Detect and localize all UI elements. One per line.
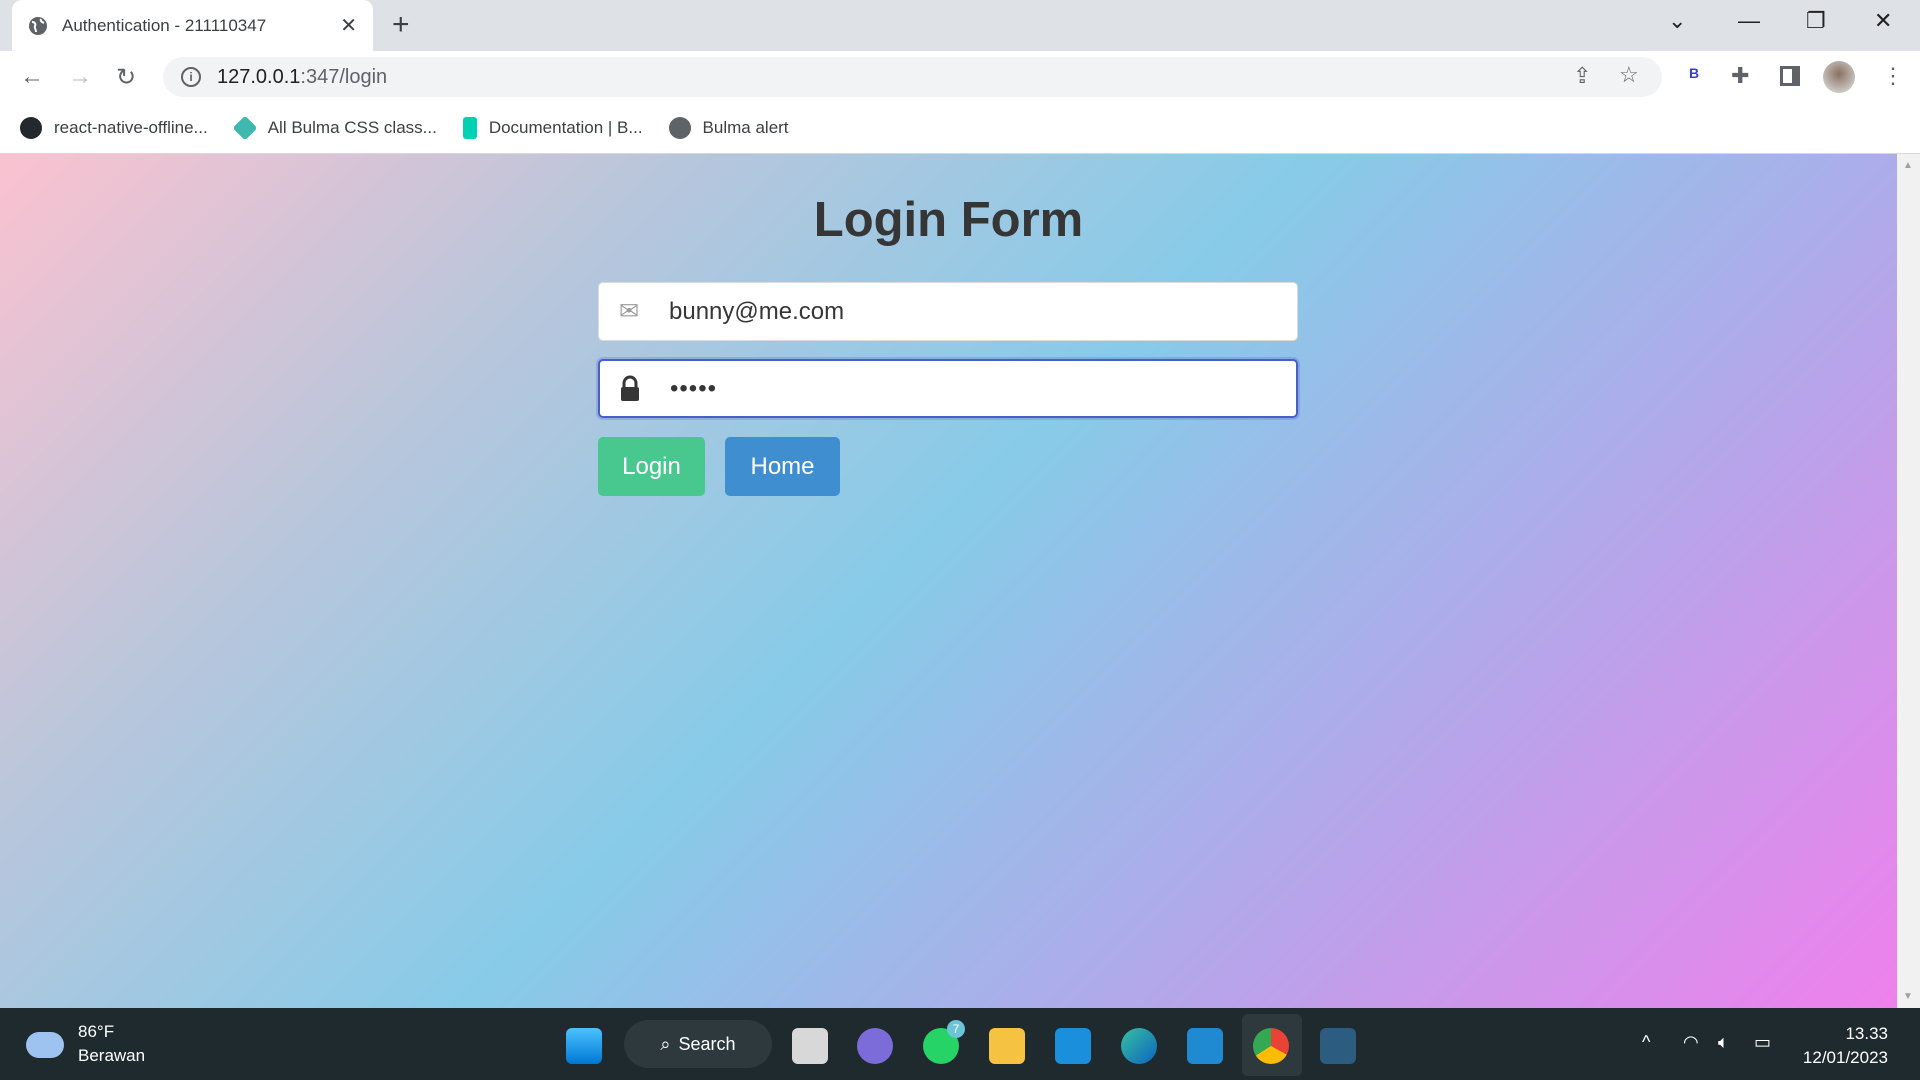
lock-icon	[621, 375, 639, 401]
extension-b-icon[interactable]: B	[1689, 65, 1699, 81]
login-button[interactable]: Login	[598, 437, 705, 496]
share-icon[interactable]: ⇪	[1573, 63, 1591, 89]
password-field[interactable]: •••••	[598, 359, 1298, 418]
bookmark-star-icon[interactable]: ☆	[1619, 62, 1639, 88]
temperature: 86°F	[78, 1022, 115, 1041]
url-path: :347/login	[300, 65, 388, 88]
bulma-logo-icon	[462, 117, 477, 139]
restore-button[interactable]: ❐	[1806, 8, 1826, 34]
tab-authentication[interactable]: Authentication - 211110347 ✕	[12, 0, 373, 51]
home-button[interactable]: Home	[725, 437, 840, 496]
page-content: Login Form ✉ bunny@me.com ••••• Login Ho…	[0, 154, 1897, 1008]
bulma-stack-icon	[232, 115, 258, 141]
site-info-icon[interactable]: i	[181, 67, 201, 87]
windows-start-icon[interactable]	[566, 1028, 602, 1064]
bookmark-all-bulma-css[interactable]: All Bulma CSS class...	[232, 115, 437, 141]
vscode-icon[interactable]	[1187, 1028, 1223, 1064]
mail-icon[interactable]	[1055, 1028, 1091, 1064]
tab-strip: Authentication - 211110347 ✕ + ⌄ — ❐ ✕	[0, 0, 1920, 51]
profile-avatar[interactable]	[1823, 61, 1855, 93]
scroll-up-icon[interactable]: ▲	[1903, 160, 1913, 171]
new-tab-button[interactable]: +	[392, 8, 410, 42]
battery-icon[interactable]: ▭	[1754, 1032, 1771, 1053]
bookmark-react-native-offline[interactable]: react-native-offline...	[20, 117, 208, 139]
mysql-workbench-icon[interactable]	[1320, 1028, 1356, 1064]
task-view-icon[interactable]	[792, 1028, 828, 1064]
forward-icon[interactable]: →	[68, 63, 92, 91]
url-host: 127.0.0.1	[217, 65, 301, 88]
password-value: •••••	[670, 374, 718, 402]
bookmarks-bar: react-native-offline... All Bulma CSS cl…	[0, 103, 1920, 154]
weather-condition: Berawan	[78, 1046, 146, 1065]
tab-search-icon[interactable]: ⌄	[1668, 8, 1686, 34]
bookmark-label: react-native-offline...	[54, 118, 208, 137]
address-bar[interactable]: i 127.0.0.1:347/login ⇪ ☆	[163, 57, 1662, 97]
email-value: bunny@me.com	[669, 297, 845, 325]
bookmark-bulma-alert[interactable]: Bulma alert	[668, 117, 789, 139]
bookmark-label: Documentation | B...	[488, 118, 643, 137]
weather-widget[interactable]: 86°F Berawan	[26, 1020, 145, 1068]
search-icon: ⌕	[660, 1033, 671, 1054]
reload-icon[interactable]: ↻	[116, 63, 136, 92]
minimize-button[interactable]: —	[1738, 8, 1760, 34]
extensions-puzzle-icon[interactable]: ✚	[1731, 63, 1749, 89]
bookmark-label: All Bulma CSS class...	[267, 118, 437, 137]
envelope-icon: ✉	[618, 298, 640, 325]
file-explorer-icon[interactable]	[989, 1028, 1025, 1064]
back-icon[interactable]: ←	[20, 63, 44, 91]
taskbar-search[interactable]: ⌕ Search	[624, 1020, 772, 1068]
teams-chat-icon[interactable]	[857, 1028, 893, 1064]
scrollbar[interactable]: ▲ ▼	[1897, 154, 1920, 1008]
bookmark-documentation[interactable]: Documentation | B...	[462, 117, 643, 139]
email-field[interactable]: ✉ bunny@me.com	[598, 282, 1298, 341]
chrome-icon[interactable]	[1253, 1028, 1289, 1064]
close-window-button[interactable]: ✕	[1874, 8, 1892, 34]
side-panel-icon[interactable]	[1780, 66, 1800, 86]
clock[interactable]: 13.33 12/01/2023	[1803, 1022, 1888, 1070]
wifi-icon[interactable]: ◠	[1683, 1032, 1699, 1053]
menu-kebab-icon[interactable]: ⋮	[1882, 63, 1904, 89]
globe-icon	[668, 117, 691, 139]
tray-chevron-icon[interactable]: ^	[1642, 1032, 1650, 1053]
whatsapp-badge: 7	[947, 1020, 965, 1038]
taskbar: 86°F Berawan ⌕ Search 7 ^ ◠ 🔈︎ ▭ 13.33 12/0…	[0, 1008, 1920, 1080]
time: 13.33	[1845, 1024, 1888, 1043]
tab-title: Authentication - 211110347	[62, 15, 267, 35]
browser-toolbar: ← → ↻ i 127.0.0.1:347/login ⇪ ☆ B ✚ ⋮	[0, 51, 1920, 103]
bookmark-label: Bulma alert	[702, 118, 789, 137]
volume-icon[interactable]: 🔈︎	[1718, 1032, 1729, 1053]
globe-icon	[29, 16, 47, 35]
edge-icon[interactable]	[1121, 1028, 1157, 1064]
page-title: Login Form	[813, 193, 1084, 247]
search-label: Search	[678, 1033, 736, 1054]
cloud-icon	[26, 1032, 64, 1058]
close-tab-icon[interactable]: ✕	[340, 13, 357, 38]
scroll-down-icon[interactable]: ▼	[1903, 991, 1913, 1002]
github-icon	[20, 117, 42, 139]
date: 12/01/2023	[1802, 1048, 1888, 1067]
